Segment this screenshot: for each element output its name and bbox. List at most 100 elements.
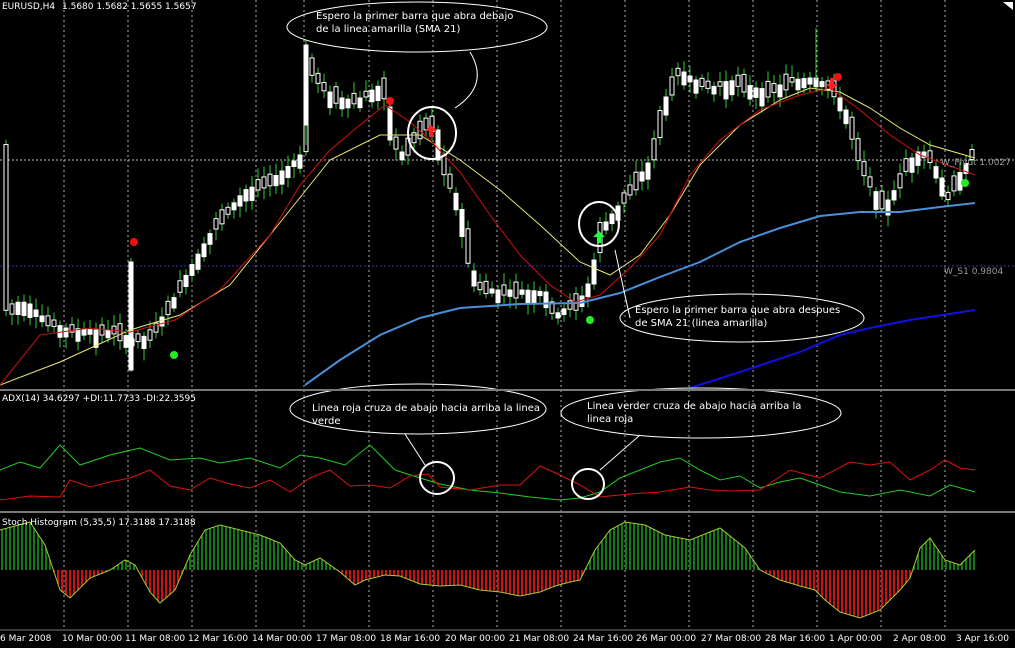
signal-dot [834, 73, 842, 81]
candle-body [621, 192, 627, 204]
time-tick: 12 Mar 16:00 [188, 634, 249, 644]
time-tick: 6 Mar 2008 [0, 634, 52, 644]
candle-body [501, 284, 507, 296]
candle-body [639, 171, 645, 182]
candle-body [225, 206, 231, 215]
adx-label: ADX(14) 34.6297 +DI:11.7733 -DI:22.3595 [2, 394, 196, 404]
candle-body [75, 328, 81, 342]
candle-body [321, 82, 327, 92]
highlight-circle [571, 468, 605, 500]
slow-ma-blue-line [304, 202, 976, 386]
plus-di-line [0, 444, 976, 501]
signal-dot [130, 238, 138, 246]
candle-body [273, 175, 279, 187]
candle-body [441, 154, 447, 176]
candle-body [279, 170, 285, 185]
candle-body [291, 160, 297, 167]
candle-body [699, 77, 705, 87]
candle-body [489, 288, 495, 294]
candle-body [237, 195, 243, 207]
candle-body [513, 281, 519, 299]
buy-arrow-icon [593, 231, 605, 243]
candle-body [285, 166, 291, 179]
chart-canvas[interactable] [0, 0, 1015, 648]
candle-body [219, 209, 225, 225]
candle-body [729, 80, 735, 96]
candle-body [393, 136, 399, 150]
price-chart[interactable] [0, 28, 976, 389]
candle-body [609, 213, 615, 225]
candle-body [369, 89, 375, 103]
minus-di-line [0, 459, 976, 501]
callout-sma21-below: Espero la primer barra que abra debajo d… [316, 11, 514, 35]
candle-body [927, 150, 933, 164]
candle-body [495, 289, 501, 304]
time-tick: 27 Mar 08:00 [701, 634, 762, 644]
candle-body [705, 80, 711, 89]
stoch-histogram-indicator[interactable] [0, 521, 976, 619]
candle-body [543, 291, 549, 309]
candle-body [471, 270, 477, 287]
candle-body [855, 138, 861, 162]
candle-body [159, 316, 165, 327]
candle-body [759, 88, 765, 107]
candle-body [63, 327, 69, 338]
candle-body [951, 175, 957, 192]
candle-body [801, 78, 807, 89]
candle-body [873, 191, 879, 210]
highlight-circle [419, 461, 455, 495]
candle-body [897, 173, 903, 189]
candle-body [339, 97, 345, 110]
candle-body [537, 290, 543, 297]
candle-body [57, 325, 63, 338]
candle-body [867, 176, 873, 188]
candle-body [315, 72, 321, 84]
candle-body [525, 289, 531, 304]
candle-body [165, 300, 171, 316]
candle-body [723, 81, 729, 100]
candle-body [81, 328, 87, 336]
candle-body [753, 87, 759, 98]
candle-body [183, 274, 189, 287]
candle-body [375, 85, 381, 102]
signal-dot [961, 179, 969, 187]
callout-pointer [614, 249, 631, 319]
time-tick: 17 Mar 08:00 [316, 634, 377, 644]
candle-body [693, 79, 699, 94]
candle-body [309, 57, 315, 76]
callout-pointer [454, 51, 478, 109]
candle-body [681, 71, 687, 86]
time-tick: 28 Mar 16:00 [765, 634, 826, 644]
pivot-price-tag: W_Pivot 1.0027 [941, 158, 1011, 168]
candle-body [531, 290, 537, 304]
s1-price-tag: W_S1 0.9804 [944, 267, 1004, 277]
candle-body [249, 186, 255, 201]
candle-body [327, 91, 333, 109]
candle-body [519, 289, 525, 295]
candle-body [21, 301, 27, 316]
candle-body [105, 329, 111, 339]
candle-body [303, 44, 309, 126]
time-tick: 18 Mar 16:00 [380, 634, 441, 644]
candle-body [357, 97, 363, 109]
candle-body [255, 179, 261, 191]
candle-body [771, 83, 777, 93]
time-tick: 3 Apr 16:00 [956, 634, 1009, 644]
callout-pointer [599, 434, 641, 471]
candle-body [777, 84, 783, 98]
candle-body [267, 173, 273, 187]
candle-body [399, 151, 405, 161]
callout-red-crosses-green: Linea roja cruza de abajo hacia arriba l… [312, 403, 541, 427]
candle-body [861, 161, 867, 177]
candle-body [933, 166, 939, 179]
candle-body [585, 283, 591, 298]
adx-indicator[interactable] [0, 444, 976, 501]
candle-body [363, 90, 369, 98]
candle-body [453, 192, 459, 211]
candle-body [939, 177, 945, 197]
candle-body [717, 81, 723, 87]
candle-body [333, 86, 339, 104]
candle-body [741, 73, 747, 93]
candle-body [117, 323, 123, 342]
candle-body [447, 173, 453, 189]
